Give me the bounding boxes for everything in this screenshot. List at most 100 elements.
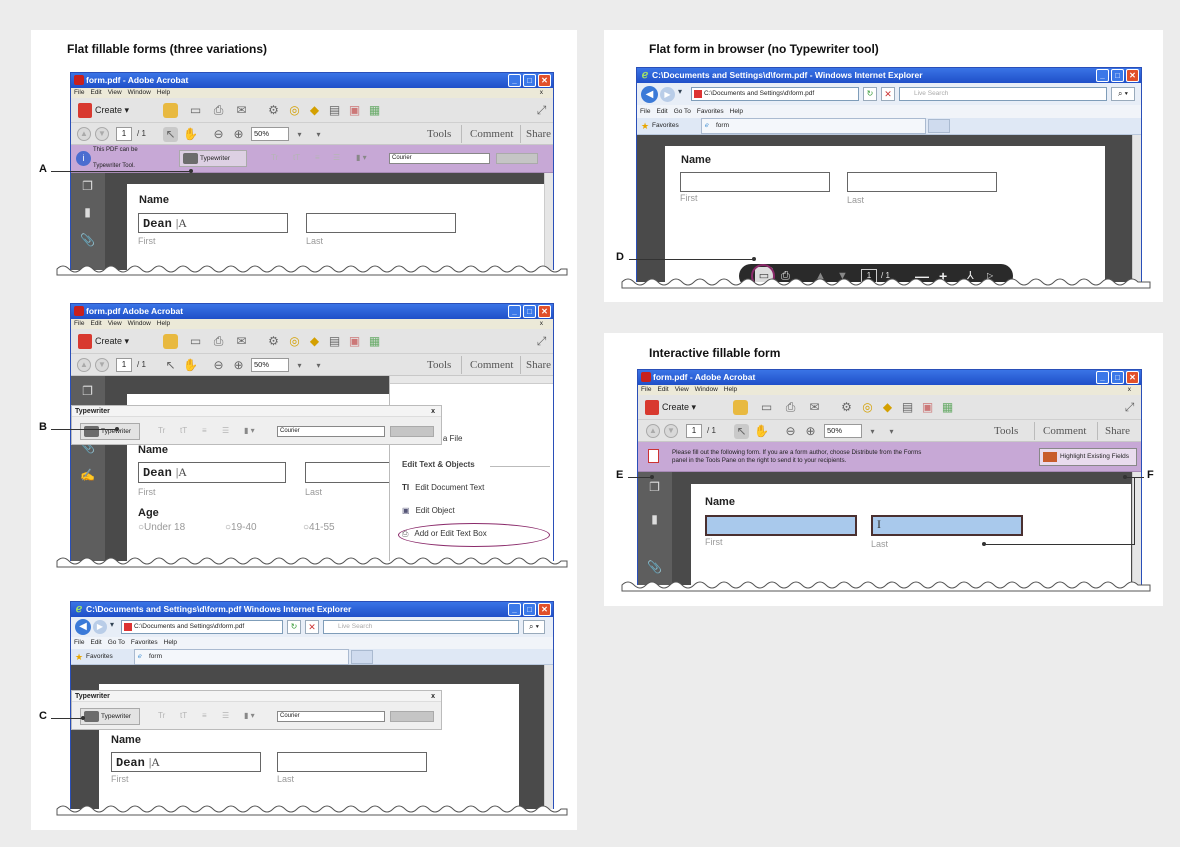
font-size-select[interactable] xyxy=(496,153,538,164)
maximize-icon[interactable]: □ xyxy=(1111,69,1124,82)
email-icon[interactable]: ✉ xyxy=(234,334,249,349)
line-spacing-icon[interactable]: ≡ xyxy=(202,426,207,435)
tab-comment[interactable]: Comment xyxy=(470,356,513,374)
history-dropdown-icon[interactable]: ▾ xyxy=(110,620,114,629)
page-number-input[interactable]: 1 xyxy=(116,358,132,372)
close-icon[interactable]: ✕ xyxy=(538,305,551,318)
close-icon[interactable]: ✕ xyxy=(538,74,551,87)
pages-icon[interactable]: ▤ xyxy=(900,400,915,415)
expand-icon[interactable]: ⤢ xyxy=(534,334,549,349)
export-icon[interactable]: ▣ xyxy=(347,334,362,349)
font-select[interactable]: Courier xyxy=(277,711,385,722)
toolbar-more-icon[interactable]: ▾ xyxy=(311,127,326,142)
pages-icon[interactable]: ▤ xyxy=(327,103,342,118)
font-select[interactable]: Courier xyxy=(389,153,490,164)
font-size-increase-icon[interactable]: tT xyxy=(180,426,187,435)
back-icon[interactable]: ◀ xyxy=(641,86,658,103)
tab-form[interactable]: ℯ form xyxy=(701,118,926,134)
open-folder-icon[interactable] xyxy=(733,400,748,415)
menu-help[interactable]: Help xyxy=(164,639,177,646)
new-tab-button[interactable] xyxy=(351,650,373,664)
search-icon[interactable]: ⌕ ▾ xyxy=(523,620,545,634)
color-icon[interactable]: ▮ ▾ xyxy=(244,711,255,720)
pages-panel-icon[interactable]: ❐ xyxy=(647,480,662,495)
color-icon[interactable]: ▮ ▾ xyxy=(244,426,255,435)
tab-tools[interactable]: Tools xyxy=(994,422,1018,440)
save-icon[interactable]: ▭ xyxy=(759,400,774,415)
color-icon[interactable]: ▮ ▾ xyxy=(356,153,367,162)
comment-icon[interactable]: ◎ xyxy=(287,103,302,118)
menu-close-icon[interactable]: x xyxy=(540,319,543,329)
signature-panel-icon[interactable]: ✍ xyxy=(80,468,95,483)
minimize-icon[interactable]: _ xyxy=(508,305,521,318)
scrollbar[interactable] xyxy=(544,173,553,270)
create-button[interactable]: Create ▾ xyxy=(645,400,696,416)
maximize-icon[interactable]: □ xyxy=(523,603,536,616)
stamp-icon[interactable]: ◆ xyxy=(307,334,322,349)
maximize-icon[interactable]: □ xyxy=(523,305,536,318)
font-select[interactable]: Courier xyxy=(277,426,385,437)
hand-tool-icon[interactable]: ✋ xyxy=(183,127,198,142)
list-icon[interactable]: ☰ xyxy=(222,711,229,720)
menu-edit[interactable]: Edit xyxy=(90,89,101,96)
forward-icon[interactable]: ▶ xyxy=(660,87,675,102)
forward-icon[interactable]: ▶ xyxy=(93,620,107,634)
pages-panel-icon[interactable]: ❐ xyxy=(80,179,95,194)
prev-page-icon[interactable]: ▲ xyxy=(77,127,91,141)
create-button[interactable]: Create ▾ xyxy=(78,334,129,350)
menu-close-icon[interactable]: x xyxy=(540,88,543,98)
stamp-icon[interactable]: ◆ xyxy=(307,103,322,118)
typewriter-button[interactable]: Typewriter xyxy=(80,423,140,440)
zoom-out-icon[interactable]: ⊖ xyxy=(211,358,226,373)
toolbar-close-icon[interactable]: x xyxy=(431,691,435,702)
highlight-existing-fields-button[interactable]: Highlight Existing Fields xyxy=(1039,448,1137,466)
menu-window[interactable]: Window xyxy=(128,89,151,96)
menu-edit[interactable]: Edit xyxy=(90,639,101,646)
list-icon[interactable]: ☰ xyxy=(222,426,229,435)
font-size-increase-icon[interactable]: tT xyxy=(180,711,187,720)
hand-tool-icon[interactable]: ✋ xyxy=(183,358,198,373)
radio-19-40[interactable]: ○19-40 xyxy=(225,522,257,533)
favorites-label[interactable]: Favorites xyxy=(652,118,679,134)
radio-under-18[interactable]: ○Under 18 xyxy=(138,522,185,533)
last-name-field[interactable] xyxy=(306,213,456,233)
line-spacing-icon[interactable]: ≡ xyxy=(315,153,320,162)
expand-icon[interactable]: ⤢ xyxy=(534,103,549,118)
settings-icon[interactable]: ⚙ xyxy=(266,103,281,118)
font-size-decrease-icon[interactable]: Tr xyxy=(158,426,165,435)
email-icon[interactable]: ✉ xyxy=(234,103,249,118)
zoom-in-icon[interactable]: ⊕ xyxy=(231,127,246,142)
hand-tool-icon[interactable]: ✋ xyxy=(754,424,769,439)
save-icon[interactable]: ▭ xyxy=(188,103,203,118)
email-icon[interactable]: ✉ xyxy=(807,400,822,415)
tab-comment[interactable]: Comment xyxy=(470,125,513,143)
refresh-icon[interactable]: ↻ xyxy=(863,87,877,101)
zoom-select[interactable]: 50% xyxy=(251,358,289,372)
zoom-out-icon[interactable]: ⊖ xyxy=(783,424,798,439)
menu-help[interactable]: Help xyxy=(724,386,737,393)
stop-icon[interactable]: ✕ xyxy=(881,87,895,101)
font-size-increase-icon[interactable]: tT xyxy=(293,153,300,162)
comment-icon[interactable]: ◎ xyxy=(860,400,875,415)
form-icon[interactable]: ▦ xyxy=(367,334,382,349)
print-icon[interactable]: ⎙ xyxy=(211,334,226,349)
menu-window[interactable]: Window xyxy=(128,320,151,327)
print-icon[interactable]: ⎙ xyxy=(783,400,798,415)
tab-tools[interactable]: Tools xyxy=(427,125,451,143)
tab-tools[interactable]: Tools xyxy=(427,356,451,374)
title-bar[interactable]: form.pdf Adobe Acrobat _ □ ✕ xyxy=(71,304,553,319)
menu-favorites[interactable]: Favorites xyxy=(131,639,158,646)
page-number-input[interactable]: 1 xyxy=(116,127,132,141)
next-page-icon[interactable]: ▼ xyxy=(95,127,109,141)
scrollbar[interactable] xyxy=(1132,135,1141,282)
typewriter-button[interactable]: Typewriter xyxy=(179,150,247,167)
maximize-icon[interactable]: □ xyxy=(523,74,536,87)
address-bar[interactable]: C:\Documents and Settings\d\form.pdf xyxy=(121,620,283,634)
menu-help[interactable]: Help xyxy=(157,320,170,327)
zoom-dropdown-icon[interactable]: ▾ xyxy=(865,424,880,439)
attachments-panel-icon[interactable]: 📎 xyxy=(80,233,95,248)
refresh-icon[interactable]: ↻ xyxy=(287,620,301,634)
pages-icon[interactable]: ▤ xyxy=(327,334,342,349)
first-name-field[interactable] xyxy=(680,172,830,192)
title-bar[interactable]: ℯ C:\Documents and Settings\d\form.pdf Wi… xyxy=(71,602,553,617)
